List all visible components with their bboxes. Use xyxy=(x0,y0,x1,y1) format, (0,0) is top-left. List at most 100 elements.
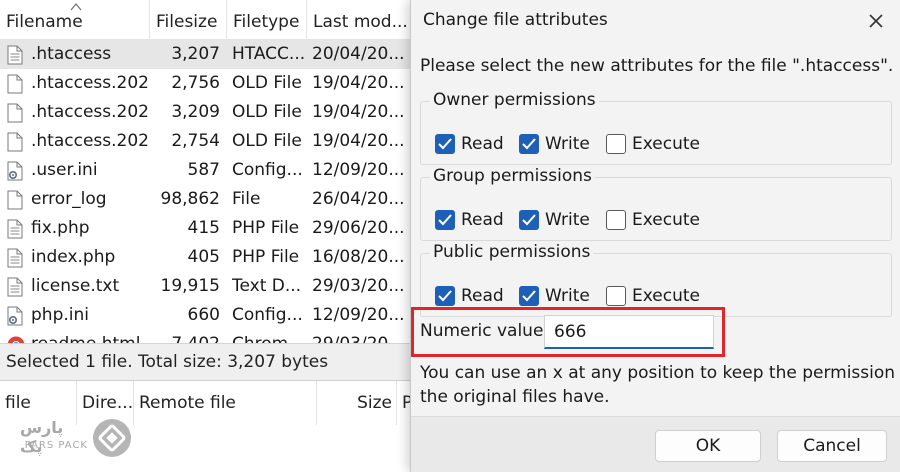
checkbox-unchecked-icon xyxy=(606,286,626,306)
close-button[interactable] xyxy=(863,8,889,34)
watermark-text-english: PARS PACK xyxy=(24,440,88,451)
file-row[interactable]: .htaccess.202... 2,756 OLD File 19/04/20... xyxy=(0,69,412,98)
file-list-header: Filename Filesize Filetype Last mod... xyxy=(0,0,412,40)
file-name: index.php xyxy=(31,247,116,267)
file-row[interactable]: error_log 98,862 File 26/04/20... xyxy=(0,185,412,214)
file-icon xyxy=(7,103,23,123)
column-filesize[interactable]: Filesize xyxy=(150,0,227,40)
group-execute-checkbox[interactable]: Execute xyxy=(606,209,706,231)
public-write-checkbox[interactable]: Write xyxy=(519,285,599,307)
checkbox-checked-icon xyxy=(519,286,539,306)
numeric-value-input[interactable] xyxy=(544,315,714,349)
file-type: Config... xyxy=(232,305,303,325)
checkbox-checked-icon xyxy=(435,210,455,230)
text-file-icon xyxy=(7,277,23,297)
owner-permissions-group: Owner permissions Read Write Execute xyxy=(420,90,892,165)
file-name: license.txt xyxy=(31,276,120,296)
file-modified: 19/04/20... xyxy=(312,102,405,122)
file-type: OLD File xyxy=(232,102,302,122)
queue-column-size[interactable]: Size xyxy=(317,381,397,425)
file-size: 19,915 xyxy=(160,276,220,296)
file-name: fix.php xyxy=(31,218,90,238)
file-name: .htaccess xyxy=(31,44,112,64)
checkbox-checked-icon xyxy=(519,210,539,230)
file-type: OLD File xyxy=(232,73,302,93)
queue-column-remote-file[interactable]: Remote file xyxy=(134,381,317,425)
file-size: 2,756 xyxy=(171,73,220,93)
column-last-modified[interactable]: Last mod... xyxy=(307,0,412,40)
ok-button[interactable]: OK xyxy=(655,430,761,462)
file-row[interactable]: fix.php 415 PHP File 29/06/20... xyxy=(0,214,412,243)
file-modified: 12/09/20... xyxy=(312,160,405,180)
checkbox-unchecked-icon xyxy=(606,210,626,230)
change-file-attributes-dialog: Change file attributes Please select the… xyxy=(410,0,900,472)
pars-pack-watermark: پارس پک PARS PACK xyxy=(20,414,132,464)
local-file-list: Filename Filesize Filetype Last mod... .… xyxy=(0,0,412,380)
file-type: HTACC... xyxy=(232,44,304,64)
file-modified: 19/04/20... xyxy=(312,131,405,151)
file-type: PHP File xyxy=(232,218,300,238)
config-file-icon xyxy=(7,161,23,181)
file-modified: 26/04/20... xyxy=(312,189,405,209)
file-name: .htaccess.202... xyxy=(31,131,149,151)
owner-write-checkbox[interactable]: Write xyxy=(519,133,599,155)
column-filetype[interactable]: Filetype xyxy=(227,0,307,40)
public-read-checkbox[interactable]: Read xyxy=(435,285,515,307)
file-size: 660 xyxy=(187,305,220,325)
file-size: 3,207 xyxy=(171,44,220,64)
file-icon xyxy=(7,190,23,210)
file-name: .htaccess.202... xyxy=(31,73,149,93)
dialog-titlebar[interactable]: Change file attributes xyxy=(411,0,900,42)
group-read-checkbox[interactable]: Read xyxy=(435,209,515,231)
close-icon xyxy=(869,14,883,28)
cancel-button[interactable]: Cancel xyxy=(777,430,887,462)
dialog-title: Change file attributes xyxy=(423,10,608,30)
file-type: File xyxy=(232,189,261,209)
file-size: 415 xyxy=(187,218,220,238)
pars-pack-logo-icon xyxy=(93,419,131,457)
file-modified: 19/04/20... xyxy=(312,73,405,93)
owner-permissions-label: Owner permissions xyxy=(430,90,599,110)
sort-ascending-icon xyxy=(70,2,82,11)
file-size: 2,754 xyxy=(171,131,220,151)
file-row[interactable]: .htaccess.202... 2,754 OLD File 19/04/20... xyxy=(0,127,412,156)
public-execute-checkbox[interactable]: Execute xyxy=(606,285,706,307)
group-permissions-label: Group permissions xyxy=(430,166,595,186)
file-modified: 12/09/20... xyxy=(312,305,405,325)
transfer-queue: file Dire... Remote file Size P پارس پک … xyxy=(0,380,412,472)
file-type: Text D... xyxy=(232,276,302,296)
file-modified: 29/06/20... xyxy=(312,218,405,238)
column-filename[interactable]: Filename xyxy=(0,0,150,40)
file-size: 587 xyxy=(187,160,220,180)
file-row[interactable]: index.php 405 PHP File 16/08/20... xyxy=(0,243,412,272)
file-size: 405 xyxy=(187,247,220,267)
file-modified: 20/04/20... xyxy=(312,44,405,64)
file-row[interactable]: php.ini 660 Config... 12/09/20... xyxy=(0,301,412,330)
checkbox-checked-icon xyxy=(519,134,539,154)
status-bar: Selected 1 file. Total size: 3,207 bytes xyxy=(0,343,412,380)
file-type: Config... xyxy=(232,160,303,180)
file-type: PHP File xyxy=(232,247,300,267)
file-icon xyxy=(7,74,23,94)
checkbox-checked-icon xyxy=(435,134,455,154)
file-modified: 29/03/20... xyxy=(312,276,405,296)
file-type: OLD File xyxy=(232,131,302,151)
file-row[interactable]: .user.ini 587 Config... 12/09/20... xyxy=(0,156,412,185)
owner-read-checkbox[interactable]: Read xyxy=(435,133,515,155)
text-file-icon xyxy=(7,45,23,65)
file-row[interactable]: license.txt 19,915 Text D... 29/03/20... xyxy=(0,272,412,301)
file-name: php.ini xyxy=(31,305,89,325)
group-write-checkbox[interactable]: Write xyxy=(519,209,599,231)
file-name: .user.ini xyxy=(31,160,98,180)
file-name: error_log xyxy=(31,189,107,209)
checkbox-unchecked-icon xyxy=(606,134,626,154)
file-size: 3,209 xyxy=(171,102,220,122)
owner-execute-checkbox[interactable]: Execute xyxy=(606,133,706,155)
file-row[interactable]: .htaccess 3,207 HTACC... 20/04/20... xyxy=(0,40,412,69)
public-permissions-label: Public permissions xyxy=(430,242,594,262)
text-file-icon xyxy=(7,219,23,239)
file-row[interactable]: .htaccess.202... 3,209 OLD File 19/04/20... xyxy=(0,98,412,127)
numeric-value-hint: You can use an x at any position to keep… xyxy=(420,363,896,407)
file-name: .htaccess.202... xyxy=(31,102,149,122)
text-file-icon xyxy=(7,248,23,268)
